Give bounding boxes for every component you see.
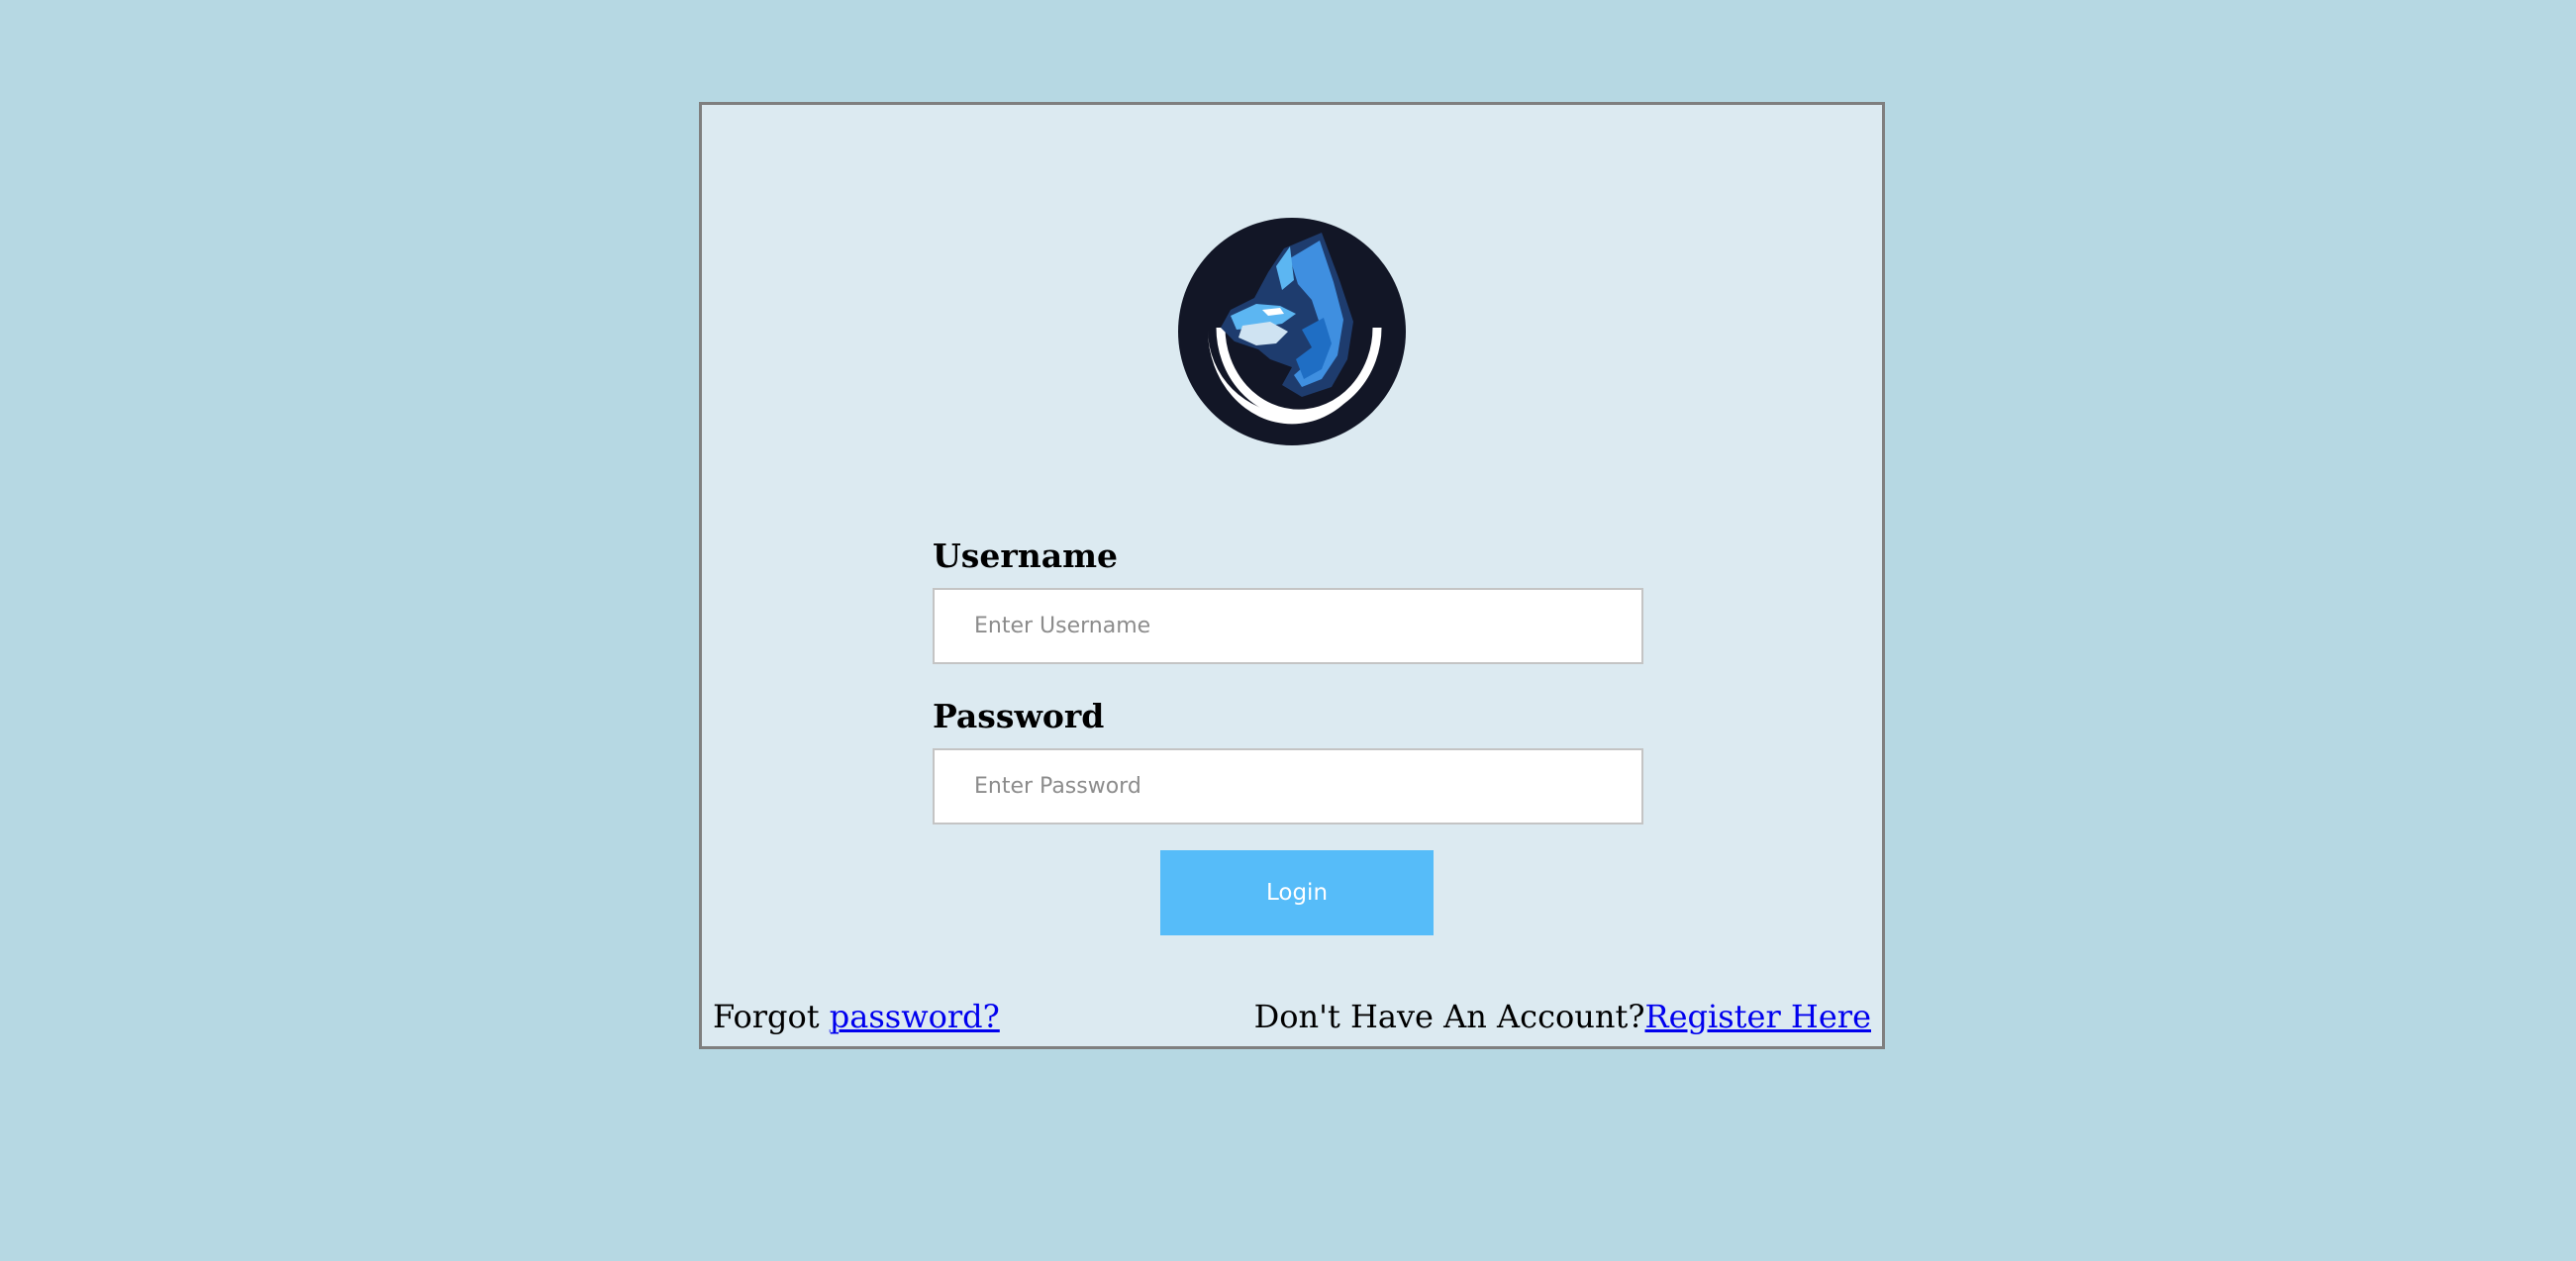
forgot-password-link[interactable]: password? — [830, 998, 1000, 1035]
forgot-prefix: Forgot — [713, 998, 830, 1035]
username-label: Username — [933, 536, 1119, 575]
register-prefix: Don't Have An Account? — [1253, 998, 1645, 1035]
forgot-password-text: Forgot password? — [713, 998, 1000, 1035]
password-input[interactable] — [933, 748, 1643, 824]
register-link[interactable]: Register Here — [1644, 998, 1871, 1035]
register-text: Don't Have An Account?Register Here — [1254, 998, 1871, 1035]
login-button[interactable]: Login — [1160, 850, 1434, 935]
username-input[interactable] — [933, 588, 1643, 664]
wolf-logo-icon — [1173, 211, 1411, 448]
login-card: Username Password Login Forgot password?… — [699, 102, 1885, 1049]
password-label: Password — [933, 697, 1105, 735]
login-form: Username Password — [933, 536, 1643, 824]
